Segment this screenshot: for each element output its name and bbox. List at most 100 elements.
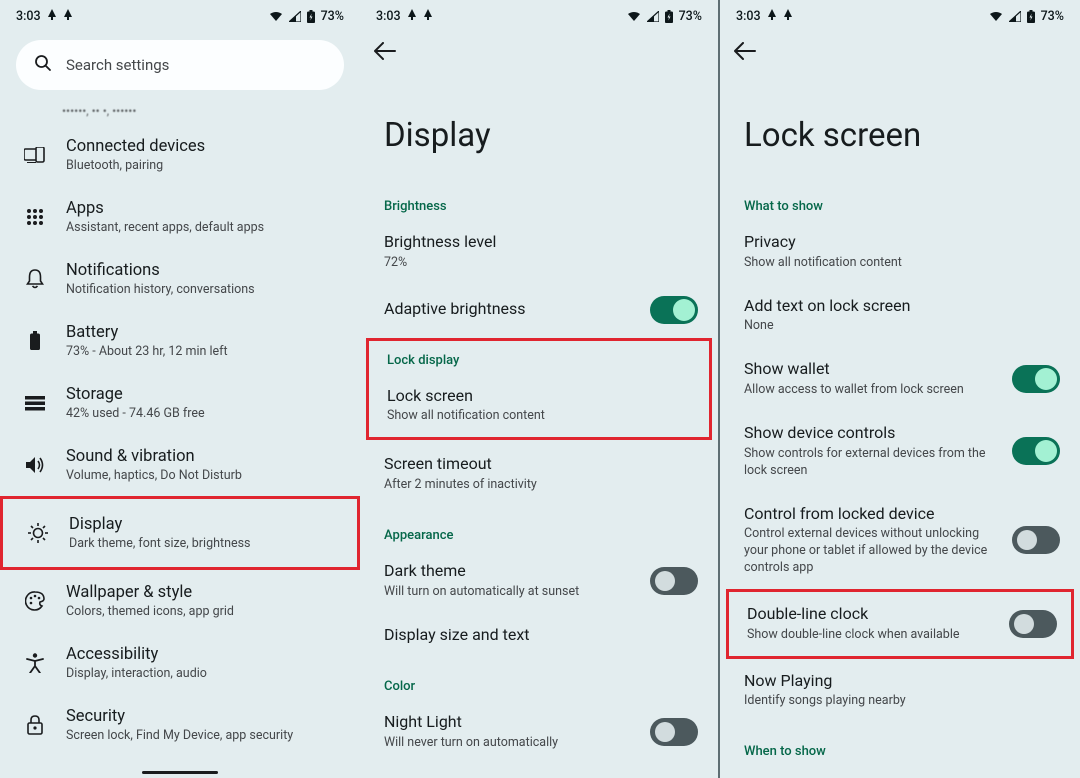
settings-item-sub: Volume, haptics, Do Not Disturb	[66, 468, 344, 483]
settings-item-connected-devices[interactable]: Connected devices Bluetooth, pairing	[0, 124, 360, 186]
row-control-from-locked[interactable]: Control from locked device Control exter…	[720, 492, 1080, 589]
settings-item-security[interactable]: Security Screen lock, Find My Device, ap…	[0, 694, 360, 756]
status-time: 3:03	[16, 9, 41, 24]
display-settings-pane: 3:03 73% Display Brightness Brightness l…	[360, 0, 720, 778]
section-color: Color	[360, 657, 718, 700]
row-night-light[interactable]: Night Light Will never turn on automatic…	[360, 700, 718, 764]
settings-item-title: Sound & vibration	[66, 447, 344, 466]
search-icon	[34, 54, 52, 76]
row-title: Night Light	[384, 712, 638, 733]
wifi-icon	[269, 11, 283, 22]
row-sub: Control external devices without unlocki…	[744, 526, 1000, 577]
back-button[interactable]	[734, 45, 756, 64]
tree-icon	[63, 9, 73, 24]
settings-item-title: Wallpaper & style	[66, 583, 344, 602]
wifi-icon	[627, 11, 641, 22]
accessibility-icon	[22, 653, 48, 673]
row-privacy[interactable]: Privacy Show all notification content	[720, 220, 1080, 284]
tree-icon	[407, 9, 417, 24]
cutoff-subtitle: ••••••, •• •, ••••••	[0, 96, 360, 118]
settings-item-sub: Assistant, recent apps, default apps	[66, 220, 344, 235]
row-brightness-level[interactable]: Brightness level 72%	[360, 220, 718, 284]
settings-item-sub: Colors, themed icons, app grid	[66, 604, 344, 619]
settings-item-wallpaper[interactable]: Wallpaper & style Colors, themed icons, …	[0, 570, 360, 632]
row-title: Lock screen	[387, 386, 689, 407]
section-lock-display: Lock display	[369, 341, 709, 374]
settings-item-title: Accessibility	[66, 645, 344, 664]
status-bar: 3:03 73%	[360, 0, 718, 28]
battery-icon	[1027, 10, 1035, 23]
settings-item-title: Display	[69, 515, 341, 534]
toggle-control-from-locked[interactable]	[1012, 526, 1060, 554]
row-sub: Allow access to wallet from lock screen	[744, 382, 1000, 399]
settings-item-notifications[interactable]: Notifications Notification history, conv…	[0, 248, 360, 310]
settings-item-battery[interactable]: Battery 73% - About 23 hr, 12 min left	[0, 310, 360, 372]
status-bar: 3:03 73%	[0, 0, 360, 28]
row-now-playing[interactable]: Now Playing Identify songs playing nearb…	[720, 659, 1080, 723]
settings-item-sub: Display, interaction, audio	[66, 666, 344, 681]
palette-icon	[22, 591, 48, 611]
back-button[interactable]	[374, 45, 396, 64]
row-screen-timeout[interactable]: Screen timeout After 2 minutes of inacti…	[360, 442, 718, 506]
tree-icon	[47, 9, 57, 24]
status-bar: 3:03 73%	[720, 0, 1080, 28]
settings-item-storage[interactable]: Storage 42% used - 74.46 GB free	[0, 372, 360, 434]
settings-item-display[interactable]: Display Dark theme, font size, brightnes…	[3, 499, 357, 567]
row-lock-screen[interactable]: Lock screen Show all notification conten…	[369, 374, 709, 438]
row-sub: 72%	[384, 255, 698, 272]
toggle-dark-theme[interactable]	[650, 567, 698, 595]
settings-item-sound[interactable]: Sound & vibration Volume, haptics, Do No…	[0, 434, 360, 496]
highlight-lock-display: Lock display Lock screen Show all notifi…	[366, 338, 712, 441]
row-sub: Show all notification content	[744, 255, 1060, 272]
row-dark-theme[interactable]: Dark theme Will turn on automatically at…	[360, 549, 718, 613]
tree-icon	[783, 9, 793, 24]
settings-item-apps[interactable]: Apps Assistant, recent apps, default app…	[0, 186, 360, 248]
tree-icon	[423, 9, 433, 24]
storage-icon	[22, 396, 48, 411]
search-settings[interactable]: Search settings	[16, 40, 344, 90]
highlight-double-line-clock: Double-line clock Show double-line clock…	[726, 589, 1074, 659]
signal-icon	[647, 11, 659, 22]
settings-item-sub: Notification history, conversations	[66, 282, 344, 297]
signal-icon	[1009, 11, 1021, 22]
row-sub: None	[744, 318, 1060, 335]
devices-icon	[22, 147, 48, 163]
toggle-device-controls[interactable]	[1012, 437, 1060, 465]
settings-item-sub: 42% used - 74.46 GB free	[66, 406, 344, 421]
toggle-show-wallet[interactable]	[1012, 365, 1060, 393]
toggle-night-light[interactable]	[650, 718, 698, 746]
row-title: Adaptive brightness	[384, 299, 638, 320]
row-title: Dark theme	[384, 561, 638, 582]
battery-icon	[665, 10, 673, 23]
row-add-text[interactable]: Add text on lock screen None	[720, 284, 1080, 348]
settings-item-title: Battery	[66, 323, 344, 342]
section-appearance: Appearance	[360, 506, 718, 549]
row-show-wallet[interactable]: Show wallet Allow access to wallet from …	[720, 347, 1080, 411]
settings-root-pane: 3:03 73% Search settings ••••••, •• •, •…	[0, 0, 360, 778]
row-sub: Will turn on automatically at sunset	[384, 584, 638, 601]
toggle-adaptive-brightness[interactable]	[650, 296, 698, 324]
bell-icon	[22, 269, 48, 289]
settings-item-accessibility[interactable]: Accessibility Display, interaction, audi…	[0, 632, 360, 694]
row-display-size-text[interactable]: Display size and text	[360, 613, 718, 658]
row-adaptive-brightness[interactable]: Adaptive brightness	[360, 284, 718, 336]
page-title: Lock screen	[720, 64, 1080, 177]
section-brightness: Brightness	[360, 177, 718, 220]
row-sub: Will never turn on automatically	[384, 735, 638, 752]
toggle-double-line-clock[interactable]	[1009, 610, 1057, 638]
page-title: Display	[360, 64, 718, 177]
section-when-to-show: When to show	[720, 722, 1080, 765]
lock-screen-pane: 3:03 73% Lock screen What to show Privac…	[720, 0, 1080, 778]
row-title: Double-line clock	[747, 604, 997, 625]
settings-item-sub: Screen lock, Find My Device, app securit…	[66, 728, 344, 743]
row-double-line-clock[interactable]: Double-line clock Show double-line clock…	[729, 592, 1071, 656]
settings-item-title: Storage	[66, 385, 344, 404]
signal-icon	[289, 11, 301, 22]
row-sub: Show all notification content	[387, 408, 689, 425]
row-sub: Show double-line clock when available	[747, 627, 997, 644]
row-title: Brightness level	[384, 232, 698, 253]
row-device-controls[interactable]: Show device controls Show controls for e…	[720, 411, 1080, 492]
settings-list: Connected devices Bluetooth, pairing App…	[0, 118, 360, 756]
status-time: 3:03	[376, 9, 401, 24]
row-title: Show wallet	[744, 359, 1000, 380]
